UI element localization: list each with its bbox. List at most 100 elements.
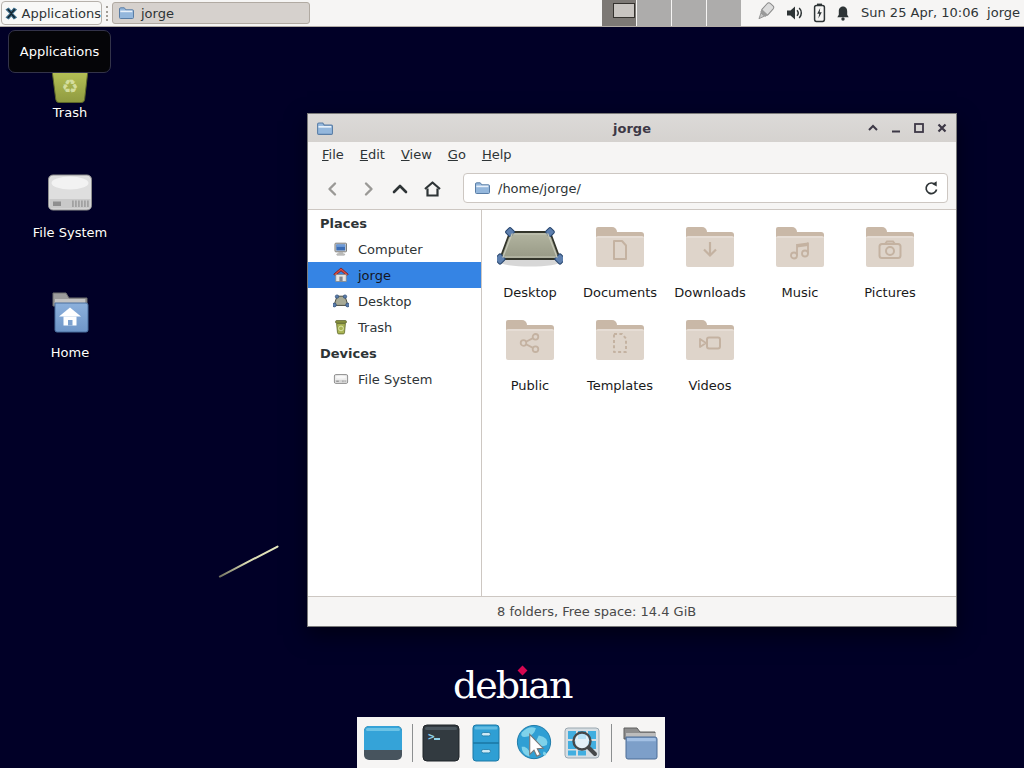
desktop-filesystem-icon[interactable]	[47, 170, 93, 218]
trash-icon	[333, 319, 349, 335]
file-manager-window: jorge File Edit View Go Help /home/jorge…	[307, 113, 957, 627]
folder-music-icon	[776, 227, 824, 267]
dock-show-desktop-icon[interactable]	[363, 724, 403, 765]
reload-button[interactable]	[923, 180, 940, 200]
notifications-bell-icon[interactable]	[835, 5, 851, 22]
window-titlebar[interactable]: jorge	[308, 114, 956, 142]
workspace-4[interactable]	[707, 0, 741, 26]
dock-separator	[412, 724, 413, 762]
window-shade-button[interactable]	[861, 116, 884, 140]
up-button[interactable]	[388, 177, 412, 201]
sidebar-header-devices: Devices	[308, 340, 481, 366]
window-close-button[interactable]	[930, 116, 953, 140]
file-label: Pictures	[864, 285, 915, 301]
desktop-scratch-line	[219, 545, 279, 578]
computer-icon	[333, 241, 349, 257]
battery-icon[interactable]	[812, 3, 827, 23]
sidebar-item-label: Desktop	[358, 294, 412, 309]
window-statusbar: 8 folders, Free space: 14.4 GiB	[308, 596, 956, 626]
file-label: Documents	[583, 285, 657, 301]
menu-help[interactable]: Help	[474, 142, 520, 168]
panel-user-label[interactable]: jorge	[987, 0, 1020, 26]
top-panel: Applications jorge Sun 25 Apr, 10:06 jor…	[0, 0, 1024, 27]
sidebar-item-computer[interactable]: Computer	[308, 236, 481, 262]
sidebar: Places Computer jorge Desktop Trash Devi…	[308, 210, 482, 596]
file-view[interactable]: Desktop Documents Downloads	[482, 210, 956, 596]
window-menubar: File Edit View Go Help	[308, 142, 956, 168]
svg-text:>: >	[428, 730, 435, 743]
drive-icon	[333, 371, 349, 387]
home-icon	[333, 267, 349, 283]
folder-pictures-icon	[866, 227, 914, 267]
folder-downloads-icon	[686, 227, 734, 267]
file-pictures[interactable]: Pictures	[845, 210, 935, 303]
dock-folder-icon[interactable]	[619, 724, 661, 765]
folder-icon	[118, 5, 134, 21]
sidebar-item-desktop[interactable]: Desktop	[308, 288, 481, 314]
panel-clock[interactable]: Sun 25 Apr, 10:06	[861, 0, 979, 26]
workspace-1[interactable]	[602, 0, 636, 26]
sidebar-item-jorge[interactable]: jorge	[308, 262, 481, 288]
window-minimize-button[interactable]	[884, 116, 907, 140]
path-folder-icon	[474, 180, 490, 196]
file-music[interactable]: Music	[755, 210, 845, 303]
workspace-3[interactable]	[672, 0, 706, 26]
file-label: Music	[782, 285, 819, 301]
taskbar-window-label: jorge	[141, 6, 174, 21]
window-maximize-button[interactable]	[907, 116, 930, 140]
stylus-tool-icon[interactable]	[752, 1, 778, 25]
desktop-home-icon[interactable]	[46, 288, 94, 338]
xfce-applications-icon	[5, 5, 18, 22]
system-tray	[748, 0, 855, 26]
file-public[interactable]: Public	[485, 303, 575, 396]
folder-videos-icon	[686, 320, 734, 360]
sidebar-item-label: Trash	[358, 320, 392, 335]
file-label: Videos	[688, 378, 731, 394]
bottom-dock: >	[357, 717, 665, 768]
sidebar-item-label: Computer	[358, 242, 423, 257]
file-downloads[interactable]: Downloads	[665, 210, 755, 303]
back-button[interactable]	[321, 177, 345, 201]
file-label: Downloads	[674, 285, 745, 301]
menu-view[interactable]: View	[393, 142, 440, 168]
volume-icon[interactable]	[786, 5, 804, 21]
folder-public-icon	[506, 320, 554, 360]
dock-terminal-icon[interactable]: >	[421, 724, 461, 765]
file-desktop[interactable]: Desktop	[485, 210, 575, 303]
debian-logo-i-dot: ı	[518, 663, 528, 707]
sidebar-item-trash[interactable]: Trash	[308, 314, 481, 340]
home-button[interactable]	[420, 177, 444, 201]
path-bar[interactable]: /home/jorge/	[463, 173, 948, 203]
window-toolbar: /home/jorge/	[308, 168, 956, 210]
menu-file[interactable]: File	[314, 142, 352, 168]
applications-tooltip: Applications	[8, 30, 111, 73]
workspace-window-thumb	[613, 3, 635, 18]
workspace-switcher[interactable]	[602, 0, 742, 26]
menu-go[interactable]: Go	[440, 142, 474, 168]
path-text[interactable]: /home/jorge/	[498, 181, 581, 196]
forward-button[interactable]	[356, 177, 380, 201]
sidebar-item-filesystem[interactable]: File System	[308, 366, 481, 392]
sidebar-header-places: Places	[308, 210, 481, 236]
desktop-trash-label[interactable]: Trash	[10, 105, 130, 120]
window-title: jorge	[308, 121, 956, 136]
dock-web-browser-icon[interactable]	[514, 724, 554, 765]
panel-handle	[106, 6, 108, 21]
dock-file-manager-icon[interactable]	[467, 724, 505, 765]
file-label: Desktop	[503, 285, 557, 301]
desktop-filesystem-label[interactable]: File System	[10, 225, 130, 240]
dock-separator	[611, 724, 612, 762]
desktop-icon	[333, 293, 349, 309]
svg-text:♻: ♻	[61, 75, 78, 97]
desktop-home-label[interactable]: Home	[10, 345, 130, 360]
file-documents[interactable]: Documents	[575, 210, 665, 303]
file-templates[interactable]: Templates	[575, 303, 665, 396]
menu-edit[interactable]: Edit	[352, 142, 393, 168]
applications-menu-button[interactable]: Applications	[1, 1, 102, 25]
workspace-2[interactable]	[637, 0, 671, 26]
dock-app-finder-icon[interactable]	[563, 724, 601, 765]
debian-logo: debıan	[453, 663, 569, 707]
file-label: Templates	[587, 378, 653, 394]
taskbar-window-button[interactable]: jorge	[112, 2, 310, 24]
file-videos[interactable]: Videos	[665, 303, 755, 396]
